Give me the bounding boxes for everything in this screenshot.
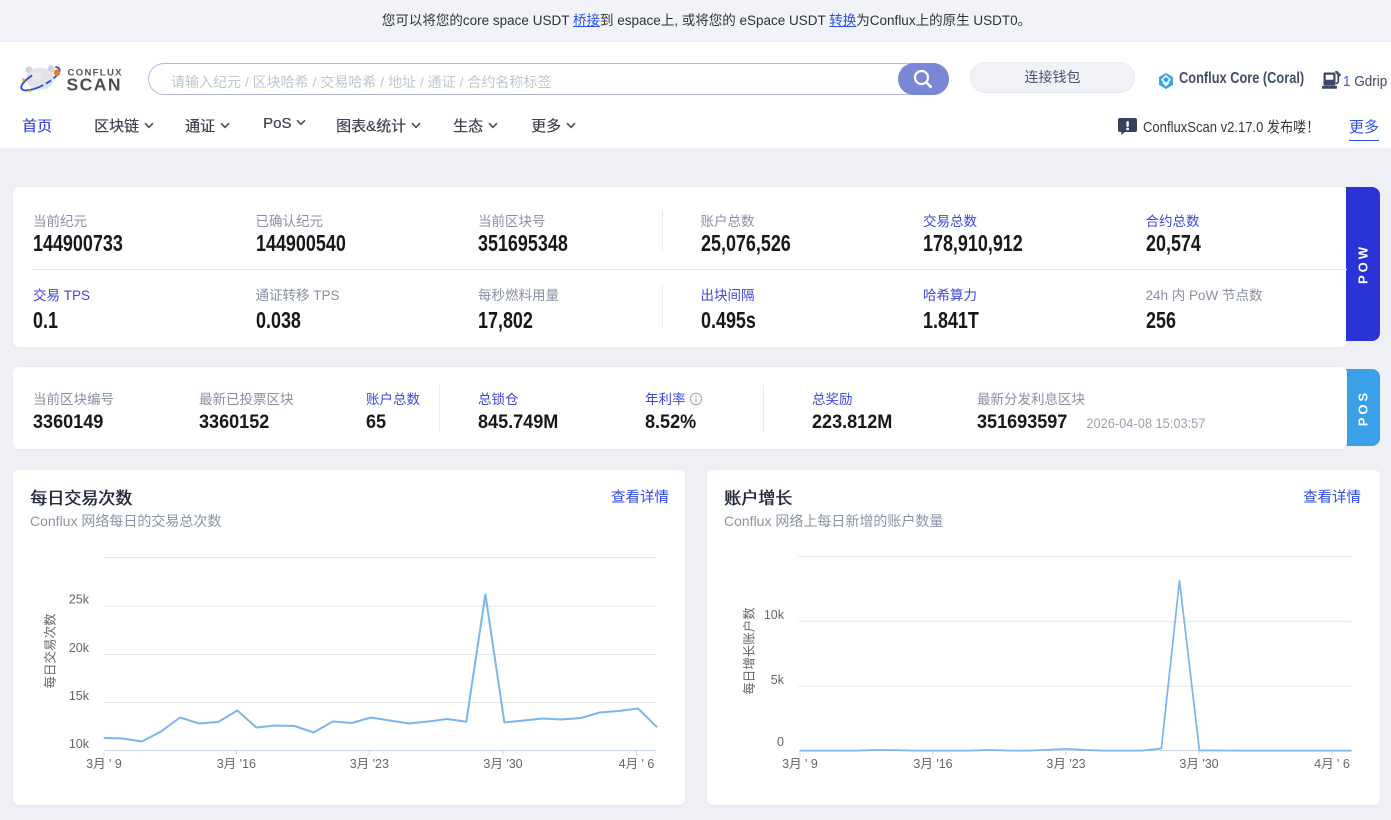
svg-text:5k: 5k [771, 673, 785, 687]
svg-text:15k: 15k [69, 689, 90, 703]
svg-text:3月 '30: 3月 '30 [1179, 757, 1218, 771]
svg-text:20k: 20k [69, 641, 90, 655]
svg-text:10k: 10k [764, 608, 785, 622]
svg-text:每日交易次数: 每日交易次数 [43, 613, 58, 689]
svg-text:SCAN: SCAN [67, 75, 124, 95]
svg-text:10k: 10k [69, 737, 90, 751]
svg-text:3月 '30: 3月 '30 [483, 757, 522, 771]
svg-text:4月 ' 6: 4月 ' 6 [619, 757, 655, 771]
svg-text:4月 ' 6: 4月 ' 6 [1314, 757, 1350, 771]
svg-text:3月 '23: 3月 '23 [1046, 757, 1085, 771]
svg-text:每日增长账户数: 每日增长账户数 [742, 607, 757, 695]
svg-text:0: 0 [777, 735, 784, 749]
svg-text:3月 ' 9: 3月 ' 9 [782, 757, 818, 771]
svg-text:3月 '16: 3月 '16 [217, 757, 256, 771]
svg-text:25k: 25k [69, 593, 90, 607]
svg-text:3月 '23: 3月 '23 [350, 757, 389, 771]
svg-text:3月 ' 9: 3月 ' 9 [86, 757, 122, 771]
svg-text:3月 '16: 3月 '16 [913, 757, 952, 771]
